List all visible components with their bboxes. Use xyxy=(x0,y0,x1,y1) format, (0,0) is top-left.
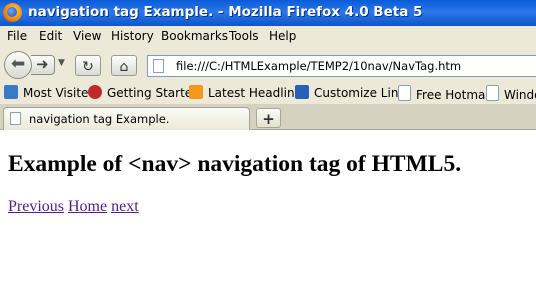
bookmark-label: Windows xyxy=(504,88,536,102)
menu-file[interactable]: File xyxy=(7,29,27,43)
bookmark-getting-started[interactable]: Getting Started xyxy=(88,85,200,100)
page-content: Example of <nav> navigation tag of HTML5… xyxy=(0,130,536,290)
bookmark-windows[interactable]: Windows xyxy=(486,85,536,102)
link-next[interactable]: next xyxy=(111,198,139,215)
page-icon xyxy=(398,85,411,101)
url-text[interactable]: file:///C:/HTMLExample/TEMP2/10nav/NavTa… xyxy=(176,59,461,73)
plus-icon: + xyxy=(262,110,275,128)
menu-help[interactable]: Help xyxy=(269,29,296,43)
new-tab-button[interactable]: + xyxy=(256,108,281,128)
bookmark-label: Getting Started xyxy=(107,86,200,100)
most-visited-icon xyxy=(4,85,18,99)
link-previous[interactable]: Previous xyxy=(8,198,64,215)
rss-icon xyxy=(189,85,203,99)
address-bar[interactable]: file:///C:/HTMLExample/TEMP2/10nav/NavTa… xyxy=(147,55,536,77)
bookmark-customize-links[interactable]: Customize Links xyxy=(295,85,412,100)
back-arrow-icon: ⬅ xyxy=(11,54,26,74)
navigation-toolbar: ➜ ⬅ ▼ ↻ ⌂ file:///C:/HTMLExample/TEMP2/1… xyxy=(0,46,536,82)
page-heading: Example of <nav> navigation tag of HTML5… xyxy=(8,151,462,177)
home-icon: ⌂ xyxy=(119,59,129,75)
menu-bar: File Edit View History Bookmarks Tools H… xyxy=(0,26,536,46)
bookmark-label: Free Hotmail xyxy=(416,88,493,102)
nav-links: Previous Home next xyxy=(8,198,139,216)
firefox-icon xyxy=(88,85,102,99)
history-dropdown-icon[interactable]: ▼ xyxy=(58,58,65,68)
title-bar: navigation tag Example. - Mozilla Firefo… xyxy=(0,0,536,26)
bookmark-label: Latest Headlines xyxy=(208,86,309,100)
tab-label: navigation tag Example. xyxy=(29,112,170,126)
menu-history[interactable]: History xyxy=(111,29,154,43)
firefox-logo-icon xyxy=(3,3,22,22)
window-title: navigation tag Example. - Mozilla Firefo… xyxy=(28,4,423,20)
bookmark-label: Most Visited xyxy=(23,86,97,100)
bookmarks-toolbar: Most Visited Getting Started Latest Head… xyxy=(0,82,536,104)
page-icon xyxy=(153,59,164,73)
reload-icon: ↻ xyxy=(82,59,94,75)
forward-button[interactable]: ➜ xyxy=(31,55,55,75)
bookmark-most-visited[interactable]: Most Visited xyxy=(4,85,96,100)
bookmark-label: Customize Links xyxy=(314,86,412,100)
menu-tools[interactable]: Tools xyxy=(229,29,259,43)
msn-icon xyxy=(295,85,309,99)
page-icon xyxy=(10,112,21,125)
tab-strip: navigation tag Example. + xyxy=(0,104,536,130)
link-home[interactable]: Home xyxy=(68,198,107,215)
tab-active[interactable]: navigation tag Example. xyxy=(3,107,250,130)
reload-button[interactable]: ↻ xyxy=(75,55,101,76)
back-button[interactable]: ⬅ xyxy=(4,51,32,79)
page-icon xyxy=(486,85,499,101)
menu-edit[interactable]: Edit xyxy=(39,29,62,43)
bookmark-free-hotmail[interactable]: Free Hotmail xyxy=(398,85,492,102)
menu-bookmarks[interactable]: Bookmarks xyxy=(161,29,228,43)
forward-arrow-icon: ➜ xyxy=(36,55,49,73)
home-button[interactable]: ⌂ xyxy=(111,55,137,76)
menu-view[interactable]: View xyxy=(73,29,101,43)
bookmark-latest-headlines[interactable]: Latest Headlines xyxy=(189,85,308,100)
